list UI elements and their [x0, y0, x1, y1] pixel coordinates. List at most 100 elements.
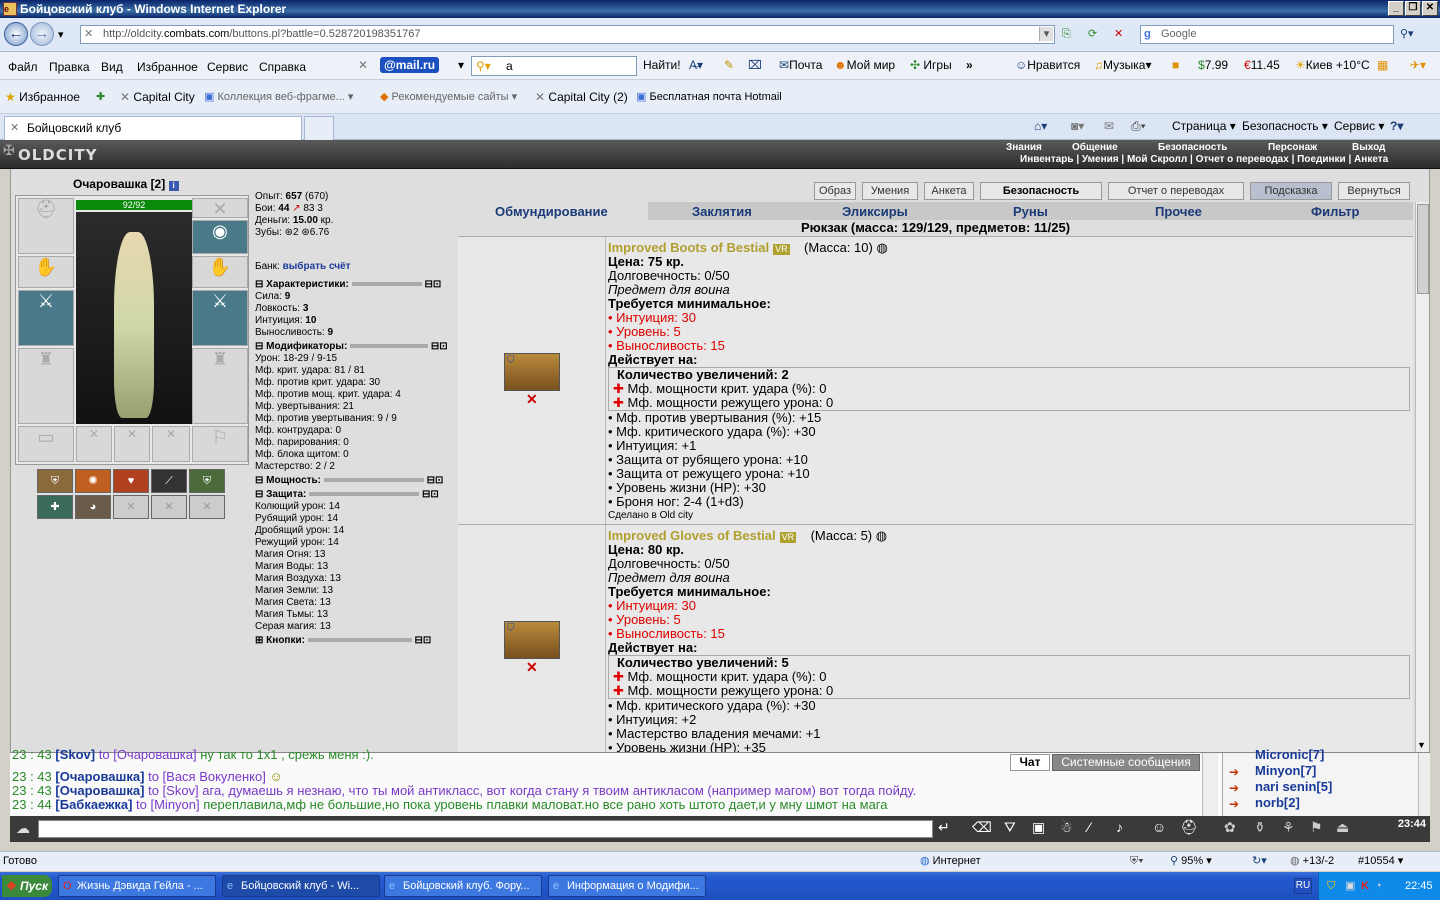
btn-transfer-report[interactable]: Отчет о переводах: [1108, 182, 1244, 200]
tray-volume-icon[interactable]: ◔: [1375, 872, 1382, 900]
info-globe-icon[interactable]: ◍: [876, 528, 887, 543]
weather[interactable]: ☀Киев +10°C: [1295, 58, 1370, 72]
chat-tab-chat[interactable]: Чат: [1010, 754, 1050, 771]
toolbar-games[interactable]: ✣ Игры: [910, 58, 952, 72]
back-button[interactable]: ←: [4, 22, 28, 46]
bag-icon[interactable]: ⚱: [1254, 819, 1266, 836]
sword-right-icon[interactable]: ⚔: [192, 290, 248, 346]
find-button[interactable]: Найти!: [643, 58, 681, 72]
font-size-icon[interactable]: A̶▾: [689, 58, 703, 72]
user-entry[interactable]: Minyon[7]: [1255, 763, 1316, 778]
ring-slot-3-icon[interactable]: ✕: [152, 426, 190, 462]
send-icon[interactable]: ↵: [938, 819, 950, 836]
language-indicator[interactable]: RU: [1294, 878, 1312, 894]
drop-item-icon[interactable]: ✕: [526, 659, 538, 676]
filter-icon[interactable]: ⛛: [1004, 819, 1016, 836]
mail-badge-icon[interactable]: ■: [1172, 58, 1179, 72]
compat-view-icon[interactable]: ⎘: [1062, 27, 1071, 41]
drop-item-icon[interactable]: ✕: [526, 391, 538, 408]
fav-capital-city[interactable]: ✕ Capital City: [120, 90, 195, 104]
new-tab-button[interactable]: [304, 116, 334, 140]
slash-icon[interactable]: ⁄: [1088, 819, 1090, 835]
earrings-slot-icon[interactable]: ✕: [192, 198, 248, 219]
fav-suggested-sites[interactable]: ◆ Рекомендуемые сайты ▾: [380, 90, 517, 103]
btn-profile[interactable]: Анкета: [924, 182, 974, 200]
menu-view[interactable]: Вид: [101, 60, 123, 74]
btn-return[interactable]: Вернуться: [1338, 182, 1410, 200]
fav-hotmail[interactable]: ▣ Бесплатная почта Hotmail: [636, 90, 782, 103]
section-characteristics[interactable]: ⊟ Характеристики: ⊟⊡: [255, 279, 455, 291]
chat-tab-system[interactable]: Системные сообщения: [1052, 754, 1200, 771]
print-icon[interactable]: ⎙▾: [1131, 119, 1146, 134]
amulet-slot-icon[interactable]: ◉: [192, 220, 248, 254]
history-dropdown-icon[interactable]: ▾: [58, 28, 64, 42]
address-dropdown-icon[interactable]: ▾: [1039, 27, 1053, 41]
char-info-icon[interactable]: i: [168, 181, 179, 191]
inventory-scrollbar[interactable]: ▼: [1415, 202, 1429, 752]
forward-button[interactable]: →: [30, 22, 54, 46]
map-icon[interactable]: ⚘: [1282, 819, 1295, 836]
add-upgrade-icon[interactable]: ✚: [613, 395, 624, 410]
quick-slot-fire-icon[interactable]: ✺: [75, 469, 111, 493]
favorites-button[interactable]: ★ Избранное: [5, 90, 80, 104]
menu-help[interactable]: Справка: [259, 60, 306, 74]
currency-usd[interactable]: $7.99: [1198, 58, 1228, 72]
search-input[interactable]: g Google: [1140, 25, 1394, 44]
feeds-icon[interactable]: ◙▾: [1071, 119, 1084, 133]
tab-spells[interactable]: Заклятия: [692, 204, 752, 219]
toolbar-my-world[interactable]: ☻Мой мир: [834, 58, 895, 72]
chat-mode-icon[interactable]: ☁: [16, 820, 30, 837]
tab-elixirs[interactable]: Эликсиры: [842, 204, 908, 219]
user-entry[interactable]: Micronic[7]: [1255, 747, 1324, 762]
gloves-item-icon[interactable]: ⛉: [504, 621, 560, 659]
btn-skills[interactable]: Умения: [862, 182, 918, 200]
task-modifiers[interactable]: e Информация о Модифи...: [548, 875, 706, 897]
nav-security[interactable]: Безопасность: [1158, 142, 1227, 153]
quick-slot-empty-icon[interactable]: ✕: [151, 495, 187, 519]
status-number[interactable]: #10554 ▾: [1358, 852, 1403, 870]
section-buttons[interactable]: ⊞ Кнопки: ⊟⊡: [255, 635, 455, 647]
save-log-icon[interactable]: ▣: [1032, 819, 1045, 836]
btn-hint[interactable]: Подсказка: [1250, 182, 1332, 200]
start-button[interactable]: ❖ Пуск: [2, 875, 52, 897]
mailru-search-input[interactable]: ⚲▾ a: [471, 56, 637, 76]
cmd-page[interactable]: Страница ▾: [1172, 119, 1236, 133]
quest-icon[interactable]: ⚑: [1310, 819, 1323, 836]
scroll-down-icon[interactable]: ▼: [1417, 738, 1426, 752]
status-extra[interactable]: ◍ +13/-2: [1290, 852, 1334, 870]
tab-other[interactable]: Прочее: [1155, 204, 1202, 219]
close-toolbar-icon[interactable]: ✕: [358, 58, 368, 72]
subnav-links[interactable]: Инвентарь | Умения | Мой Скролл | Отчет …: [1020, 154, 1388, 165]
scroll-thumb[interactable]: [1417, 204, 1429, 294]
nav-character[interactable]: Персонаж: [1268, 142, 1317, 153]
boots-item-icon[interactable]: ⛉: [504, 353, 560, 391]
nav-communication[interactable]: Общение: [1072, 142, 1118, 153]
quick-slot-eye-icon[interactable]: ◕: [75, 495, 111, 519]
add-upgrade-icon[interactable]: ✚: [613, 683, 624, 698]
private-arrow-icon[interactable]: ➔: [1229, 781, 1239, 795]
quick-slot-empty-icon[interactable]: ✕: [189, 495, 225, 519]
private-arrow-icon[interactable]: ➔: [1229, 765, 1239, 779]
ring-slot-1-icon[interactable]: ✕: [76, 426, 112, 462]
fav-capital-city-2[interactable]: ✕ Capital City (2): [535, 90, 628, 104]
nav-knowledge[interactable]: Знания: [1006, 142, 1042, 153]
menu-edit[interactable]: Правка: [49, 60, 90, 74]
task-opera[interactable]: O Жизнь Дэвида Гейла - ...: [58, 875, 216, 897]
section-modifiers[interactable]: ⊟ Модификаторы: ⊟⊡: [255, 341, 455, 353]
protected-mode-icon[interactable]: ⛨▾: [1130, 852, 1144, 870]
add-favorite-icon[interactable]: ✚: [96, 90, 105, 103]
close-window-button[interactable]: ✕: [1422, 1, 1438, 16]
btn-security[interactable]: Безопасность: [980, 182, 1102, 200]
users-scrollbar[interactable]: [1418, 753, 1430, 817]
toolbar-extra-icon[interactable]: ✈▾: [1410, 58, 1426, 72]
tab-fight-club[interactable]: ✕ Бойцовский клуб: [4, 116, 302, 140]
zoom-control[interactable]: ⚲ 95% ▾: [1170, 852, 1212, 870]
sound-icon[interactable]: ♪: [1116, 819, 1123, 835]
currency-eur[interactable]: €11.45: [1244, 58, 1280, 72]
bracers-slot-icon[interactable]: ✋: [18, 256, 74, 288]
menu-tools[interactable]: Сервис: [207, 60, 248, 74]
helmet-slot-icon[interactable]: ⛑: [18, 198, 74, 254]
tab-runes[interactable]: Руны: [1013, 204, 1048, 219]
info-globe-icon[interactable]: ◍: [876, 240, 887, 255]
item-name[interactable]: Improved Boots of Bestial: [608, 240, 769, 255]
